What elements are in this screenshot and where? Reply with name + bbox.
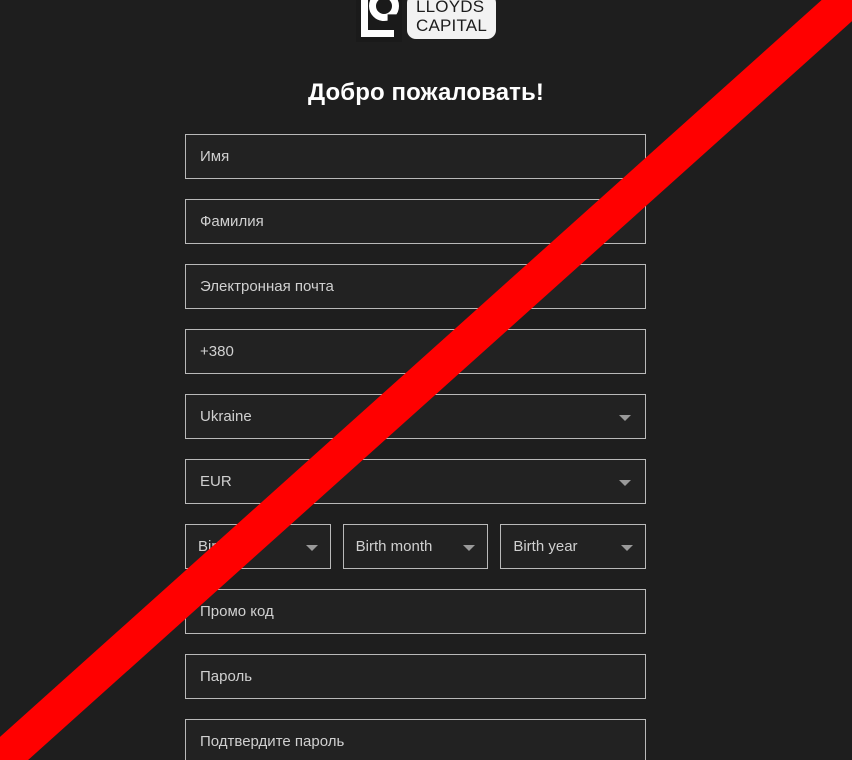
- last-name-placeholder: Фамилия: [200, 213, 264, 230]
- first-name-placeholder: Имя: [200, 148, 230, 165]
- confirm-password-placeholder: Подтвердите пароль: [200, 733, 345, 750]
- logo-wordmark-line1: LLOYDS: [416, 0, 485, 16]
- chevron-down-icon: [619, 414, 631, 421]
- brand-logo: LLOYDS CAPITAL: [0, 0, 852, 42]
- chevron-down-icon: [305, 544, 318, 551]
- country-select[interactable]: Ukraine: [185, 394, 646, 439]
- email-input[interactable]: Электронная почта: [185, 264, 646, 309]
- currency-select[interactable]: EUR: [185, 459, 646, 504]
- registration-page: LLOYDS CAPITAL Добро пожаловать! Имя Фам…: [0, 0, 852, 760]
- birth-date-row: Birth day Birth month Birth year: [185, 524, 647, 569]
- country-select-value: Ukraine: [200, 408, 252, 425]
- birth-day-select[interactable]: Birth day: [185, 524, 331, 569]
- phone-input[interactable]: +380: [185, 329, 646, 374]
- email-placeholder: Электронная почта: [200, 278, 334, 295]
- currency-select-value: EUR: [200, 473, 232, 490]
- first-name-input[interactable]: Имя: [185, 134, 646, 179]
- last-name-input[interactable]: Фамилия: [185, 199, 646, 244]
- confirm-password-input[interactable]: Подтвердите пароль: [185, 719, 646, 760]
- logo-c-glyph: [369, 0, 399, 21]
- birth-year-placeholder: Birth year: [513, 538, 578, 555]
- logo-lockup: LLOYDS CAPITAL: [356, 0, 496, 42]
- logo-wordmark-box: LLOYDS CAPITAL: [407, 0, 496, 39]
- chevron-down-icon: [621, 544, 634, 551]
- birth-year-select[interactable]: Birth year: [500, 524, 647, 569]
- chevron-down-icon: [463, 544, 476, 551]
- birth-day-placeholder: Birth day: [198, 538, 258, 555]
- promo-code-input[interactable]: Промо код: [185, 589, 646, 634]
- chevron-down-icon: [619, 479, 631, 486]
- logo-wordmark-line2: CAPITAL: [416, 16, 487, 35]
- birth-month-placeholder: Birth month: [355, 538, 433, 555]
- birth-month-select[interactable]: Birth month: [342, 524, 489, 569]
- password-input[interactable]: Пароль: [185, 654, 646, 699]
- lc-monogram-icon: [356, 0, 402, 42]
- promo-code-placeholder: Промо код: [200, 603, 274, 620]
- registration-form: Имя Фамилия Электронная почта +380 Ukrai…: [185, 134, 647, 760]
- logo-l-horizontal-stroke: [361, 30, 394, 37]
- page-title: Добро пожаловать!: [308, 79, 544, 106]
- password-placeholder: Пароль: [200, 668, 253, 685]
- phone-placeholder: +380: [200, 343, 234, 360]
